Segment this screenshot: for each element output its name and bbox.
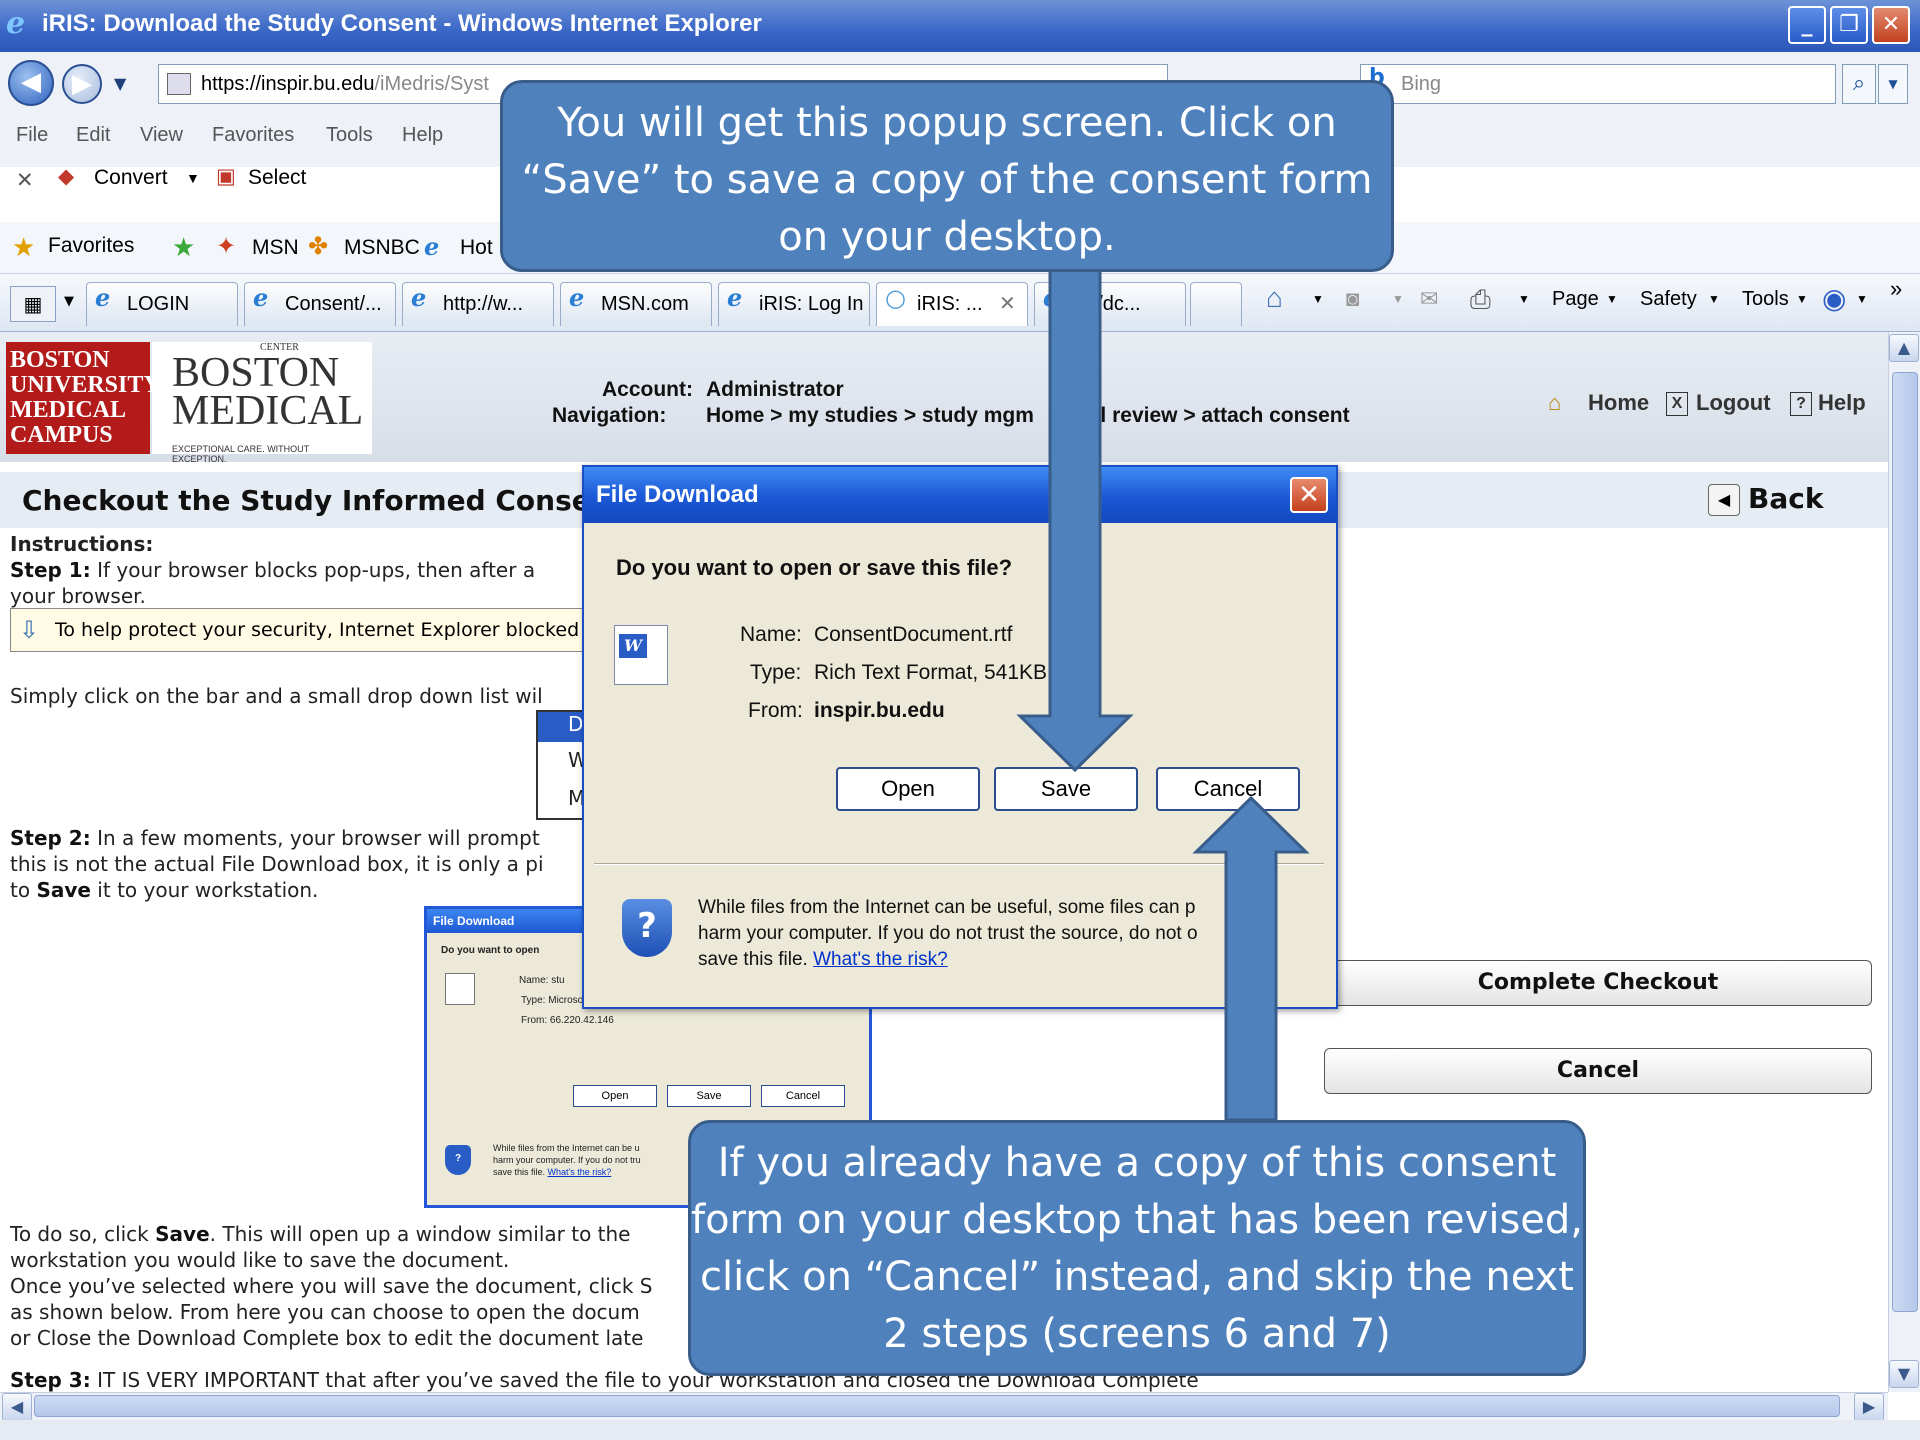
callout-bottom-text: If you already have a copy of this conse… [691,1140,1583,1357]
callout-cancel-instruction: If you already have a copy of this conse… [688,1120,1586,1376]
up-arrow-to-cancel [1192,795,1310,1122]
callout-save-instruction: You will get this popup screen. Click on… [500,80,1394,272]
down-arrow-to-save [1016,260,1134,773]
callout-top-text: You will get this popup screen. Click on… [521,100,1373,260]
